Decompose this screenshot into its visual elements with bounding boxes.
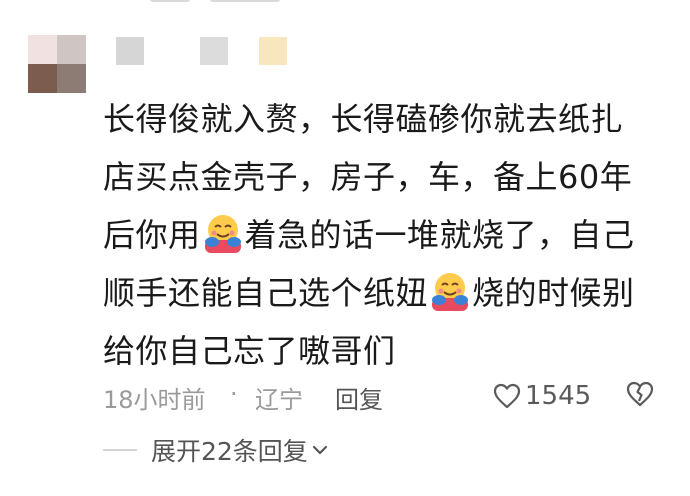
reply-button[interactable]: 回复 [335, 380, 383, 415]
chevron-down-icon [312, 441, 328, 460]
location: 辽宁 [255, 386, 303, 414]
heart-icon [493, 383, 521, 409]
expand-replies[interactable]: 展开22条回复 [103, 432, 503, 468]
comment-text-segment: 着急的话一堆就烧了，自己 [244, 216, 635, 254]
comment-line: 长得俊就入赘，长得磕碜你就去纸扎 [103, 90, 663, 148]
comment-line: 后你用 着急的话一堆就烧了，自己 [103, 206, 663, 264]
expand-replies-label: 展开22条回复 [151, 437, 308, 466]
comment-line: 店买点金壳子，房子，车，备上60年 [103, 148, 663, 206]
comment-text: 长得俊就入赘，长得磕碜你就去纸扎 店买点金壳子，房子，车，备上60年 后你用 着… [103, 90, 663, 380]
divider [103, 449, 137, 451]
comment-text-segment: 后你用 [103, 216, 201, 254]
like-count: 1545 [525, 381, 592, 411]
comment-text-segment: 给你自己忘了嗷哥们 [103, 332, 396, 370]
comment-meta: 18小时前 · 辽宁 回复 1545 [103, 378, 663, 414]
like-button[interactable]: 1545 [493, 378, 591, 414]
comment-text-segment: 长得俊就入赘，长得磕碜你就去纸扎 [103, 100, 624, 138]
comment-card: 长得俊就入赘，长得磕碜你就去纸扎 店买点金壳子，房子，车，备上60年 后你用 着… [0, 0, 690, 496]
previous-content-residue [150, 0, 290, 4]
comment-text-segment: 烧的时候别 [472, 274, 635, 312]
comment-text-segment: 店买点金壳子，房子，车，备上60年 [103, 158, 633, 196]
username-obscured[interactable] [0, 37, 690, 65]
broken-heart-icon [626, 381, 654, 407]
hugging-face-icon [429, 270, 471, 312]
comment-line: 顺手还能自己选个纸妞 烧的时候别 [103, 264, 663, 322]
dislike-button[interactable] [625, 380, 655, 414]
hugging-face-icon [202, 212, 244, 254]
comment-text-segment: 顺手还能自己选个纸妞 [103, 274, 429, 312]
timestamp: 18小时前 [103, 386, 206, 414]
meta-separator: · [230, 380, 238, 408]
comment-line: 给你自己忘了嗷哥们 [103, 322, 663, 380]
